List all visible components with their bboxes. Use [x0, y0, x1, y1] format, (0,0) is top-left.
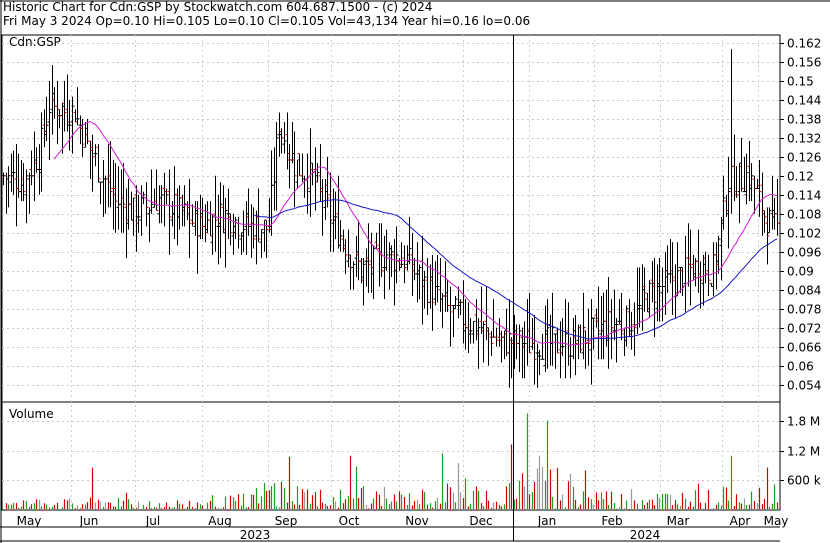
month-label: Apr	[730, 514, 751, 528]
price-tick-label: 0.054	[787, 379, 821, 393]
month-label: Nov	[405, 514, 428, 528]
price-tick-label: 0.096	[787, 246, 821, 260]
month-label: Oct	[339, 514, 360, 528]
month-label: Feb	[601, 514, 622, 528]
volume-tick-label: 600 k	[787, 474, 821, 488]
price-tick-label: 0.114	[787, 189, 821, 203]
month-label: Mar	[667, 514, 690, 528]
price-tick-label: 0.126	[787, 151, 821, 165]
month-label: Jul	[145, 514, 160, 528]
price-tick-label: 0.162	[787, 37, 821, 51]
price-tick-label: 0.156	[787, 56, 821, 70]
year-label: 2023	[240, 528, 271, 542]
volume-title: Volume	[9, 407, 54, 421]
price-tick-label: 0.12	[787, 170, 814, 184]
month-label: Jan	[537, 514, 557, 528]
symbol-label: Cdn:GSP	[9, 35, 61, 49]
month-label: Sep	[275, 514, 298, 528]
price-tick-label: 0.09	[787, 265, 814, 279]
volume-panel-frame	[1, 401, 781, 511]
price-tick-label: 0.15	[787, 75, 814, 89]
price-tick-label: 0.072	[787, 322, 821, 336]
price-tick-label: 0.066	[787, 341, 821, 355]
volume-tick-label: 1.2 M	[787, 445, 820, 459]
month-label: May	[17, 514, 42, 528]
price-tick-label: 0.108	[787, 208, 821, 222]
month-label: Dec	[469, 514, 492, 528]
price-tick-label: 0.144	[787, 94, 821, 108]
month-label: May	[764, 514, 789, 528]
month-label: Jun	[79, 514, 99, 528]
chart-canvas: 0.162 0.156 0.15 0.144 0.138 0.132 0.126 0.12 0.…	[0, 0, 830, 543]
price-tick-label: 0.102	[787, 227, 821, 241]
year-label: 2024	[630, 528, 661, 542]
volume-tick-label: 1.8 M	[787, 415, 820, 429]
price-tick-label: 0.138	[787, 113, 821, 127]
price-tick-label: 0.084	[787, 284, 821, 298]
price-tick-label: 0.132	[787, 132, 821, 146]
price-tick-label: 0.078	[787, 303, 821, 317]
stock-chart: Historic Chart for Cdn:GSP by Stockwatch…	[0, 0, 830, 543]
price-tick-label: 0.06	[787, 360, 814, 374]
month-label: Aug	[208, 514, 231, 528]
